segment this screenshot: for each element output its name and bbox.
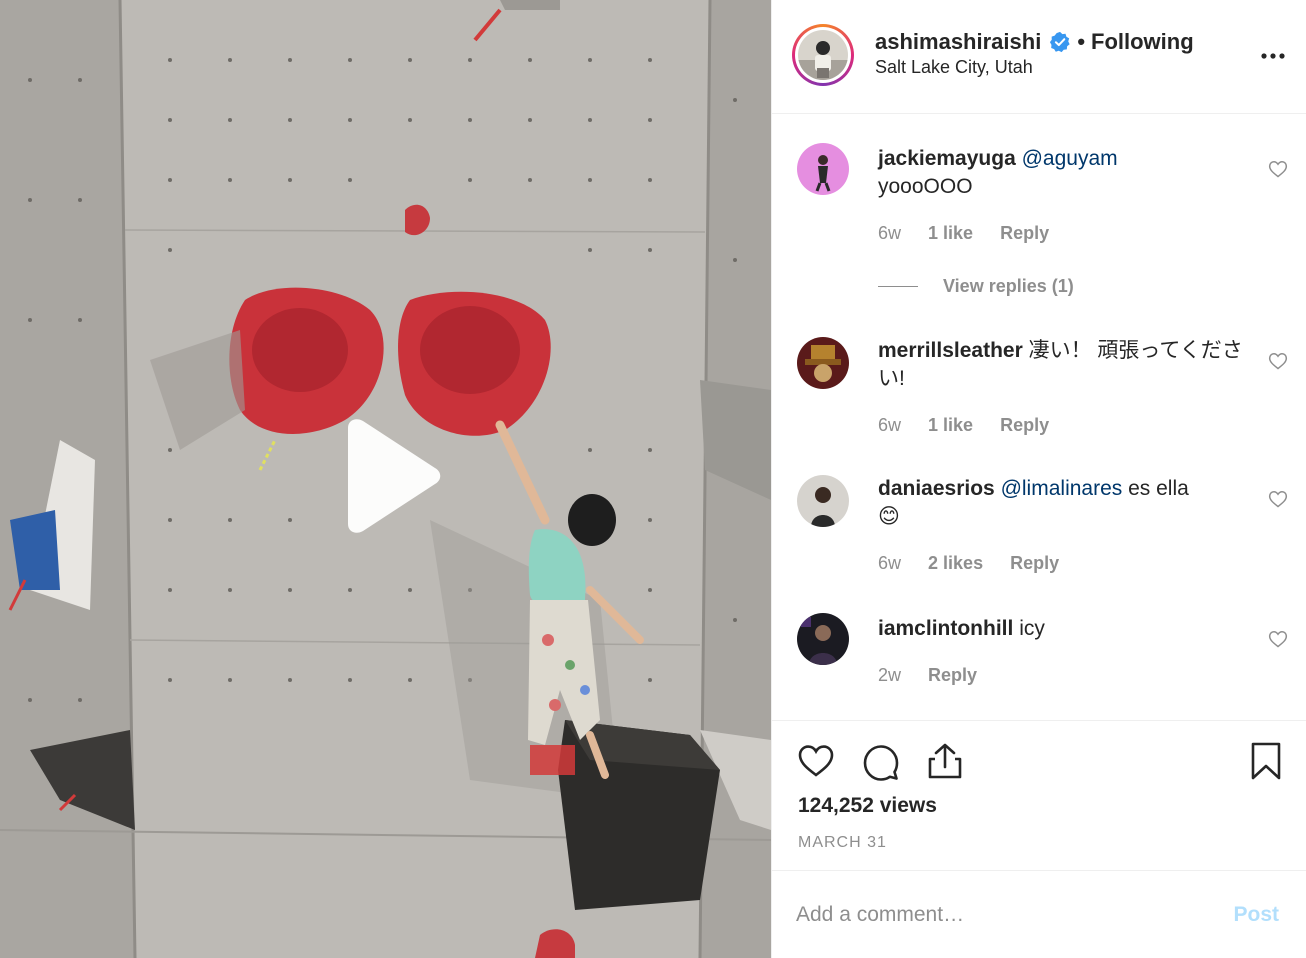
comment-username[interactable]: iamclintonhill (878, 617, 1013, 640)
owner-avatar[interactable] (792, 24, 854, 86)
owner-line: ashimashiraishi • Following (875, 29, 1194, 55)
bookmark-icon[interactable] (1246, 741, 1286, 781)
commenter-avatar[interactable] (797, 337, 849, 389)
comment-time[interactable]: 6w (878, 553, 901, 573)
add-comment-bar: Post (772, 870, 1306, 958)
comment-like-heart-icon[interactable] (1268, 351, 1288, 371)
comment-meta: 6w 2 likes Reply (878, 553, 1081, 574)
comment-mention[interactable]: @aguyam (1022, 147, 1118, 170)
comment-mention[interactable]: @limalinares (1001, 477, 1123, 500)
comment-reply-button[interactable]: Reply (928, 665, 977, 685)
view-replies-line (878, 286, 918, 287)
comment-meta: 6w 1 like Reply (878, 415, 1071, 436)
owner-avatar-image (798, 30, 848, 80)
comment-meta: 2w Reply (878, 665, 999, 686)
view-count[interactable]: 124,252 views (798, 794, 937, 818)
comment-time[interactable]: 6w (878, 223, 901, 243)
comment-meta: 6w 1 like Reply (878, 223, 1071, 244)
comment-likes[interactable]: 2 likes (928, 553, 983, 573)
comment-username[interactable]: daniaesrios (878, 477, 995, 500)
commenter-avatar[interactable] (797, 475, 849, 527)
comments-list: jackiemayuga @aguyam yoooOOO 6w 1 like R… (772, 115, 1306, 720)
comment-text: merrillsleather 凄い！ 頑張ってください! (878, 337, 1248, 393)
comment-text: iamclintonhill icy (878, 615, 1248, 643)
commenter-avatar[interactable] (797, 613, 849, 665)
commenter-avatar-image (797, 143, 849, 195)
commenter-avatar-image (797, 337, 849, 389)
comment-username[interactable]: jackiemayuga (878, 147, 1016, 170)
view-replies-button[interactable]: View replies (1) (878, 276, 1074, 297)
more-options-icon[interactable] (1259, 44, 1287, 68)
view-replies-label: View replies (1) (943, 276, 1074, 296)
comment-reply-button[interactable]: Reply (1000, 415, 1049, 435)
post-actions: 124,252 views MARCH 31 (772, 720, 1306, 860)
comment-time[interactable]: 2w (878, 665, 901, 685)
comment-reply-button[interactable]: Reply (1010, 553, 1059, 573)
comment-likes[interactable]: 1 like (928, 223, 973, 243)
commenter-avatar-image (797, 613, 849, 665)
separator-dot: • (1077, 29, 1086, 54)
comment-reply-button[interactable]: Reply (1000, 223, 1049, 243)
comment-likes[interactable]: 1 like (928, 415, 973, 435)
comment-input[interactable] (796, 897, 1216, 933)
heart-icon[interactable] (796, 741, 836, 781)
post-header: ashimashiraishi • Following Salt Lake Ci… (772, 0, 1306, 114)
post-date[interactable]: MARCH 31 (798, 834, 887, 852)
following-button[interactable]: Following (1091, 29, 1194, 55)
comment-content: es ella (1128, 477, 1189, 500)
post-comment-button[interactable]: Post (1233, 903, 1279, 927)
comment-content: yoooOOO (878, 175, 973, 198)
comment-content: icy (1019, 617, 1045, 640)
comment-text: jackiemayuga @aguyam yoooOOO (878, 145, 1248, 201)
post-side-panel: ashimashiraishi • Following Salt Lake Ci… (771, 0, 1306, 958)
commenter-avatar-image (797, 475, 849, 527)
share-icon[interactable] (925, 741, 965, 781)
comment-like-heart-icon[interactable] (1268, 159, 1288, 179)
post-video[interactable] (0, 0, 771, 958)
comment-time[interactable]: 6w (878, 415, 901, 435)
post-location[interactable]: Salt Lake City, Utah (875, 57, 1033, 78)
comment-username[interactable]: merrillsleather (878, 339, 1023, 362)
play-icon[interactable] (330, 418, 446, 534)
comment-like-heart-icon[interactable] (1268, 489, 1288, 509)
owner-username[interactable]: ashimashiraishi (875, 29, 1041, 55)
verified-badge-icon (1050, 31, 1070, 53)
comment-text: daniaesrios @limalinares es ella 😊 (878, 475, 1248, 531)
comment-like-heart-icon[interactable] (1268, 629, 1288, 649)
comment-icon[interactable] (861, 741, 901, 781)
commenter-avatar[interactable] (797, 143, 849, 195)
comment-emoji: 😊 (878, 505, 900, 528)
